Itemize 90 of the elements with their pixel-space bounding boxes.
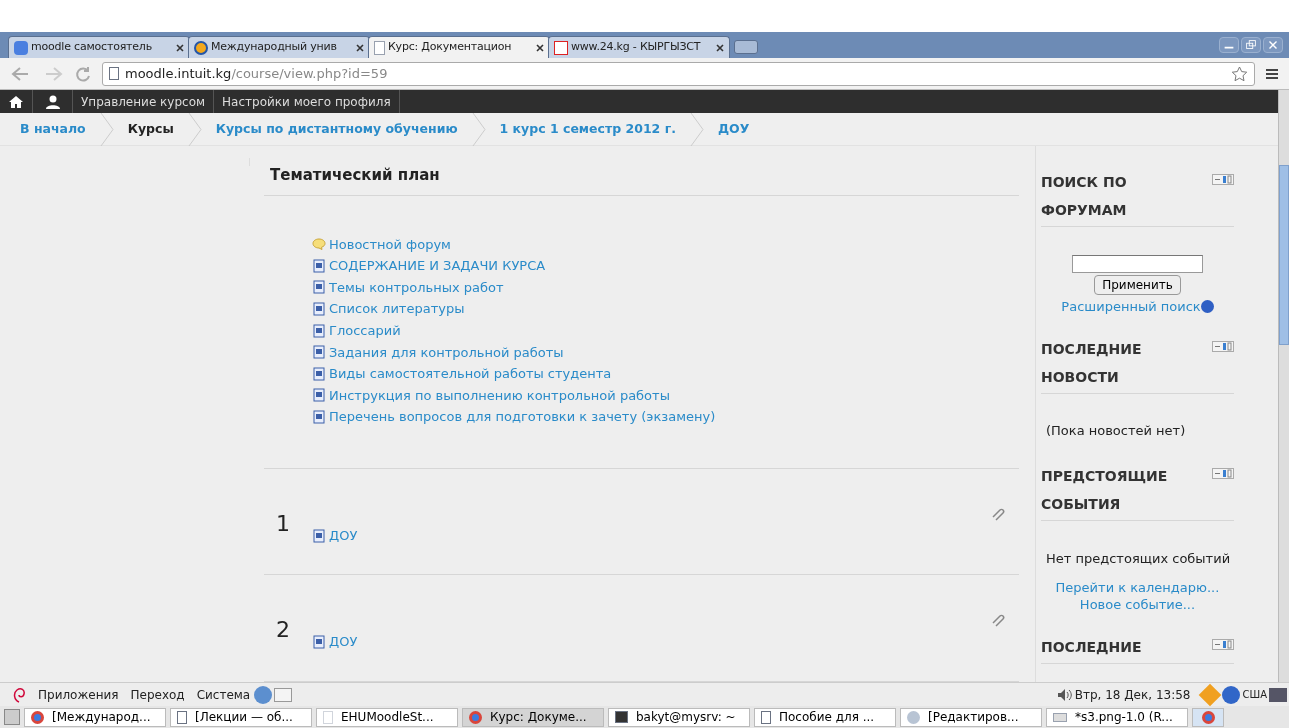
document-icon (312, 323, 326, 338)
circle-logo-icon (1201, 710, 1215, 724)
page-icon (374, 40, 385, 55)
collapse-icon[interactable] (1212, 174, 1234, 185)
close-icon[interactable] (536, 43, 544, 52)
collapse-icon[interactable] (1212, 467, 1234, 479)
block-text: Нет предстоящих событий (1045, 549, 1232, 568)
panel-menu[interactable]: Переход (130, 685, 185, 704)
taskbar-button[interactable]: [Редактиров... (900, 707, 1042, 727)
taskbar-label: [Международ... (52, 709, 151, 726)
swirl-logo-icon[interactable] (12, 686, 26, 703)
document-icon (177, 710, 187, 724)
tab-title: Курс: Документацион (388, 39, 513, 56)
apply-button[interactable]: Применить (1094, 275, 1181, 295)
taskbar-label: *s3.png-1.0 (R... (1075, 709, 1173, 726)
document-icon (312, 635, 326, 650)
taskbar-label: bakyt@mysrv: ~ (636, 709, 736, 726)
scrollbar[interactable] (1278, 90, 1289, 682)
keyboard-layout[interactable]: США (1242, 687, 1267, 702)
section-number: 1 (275, 509, 291, 537)
taskbar-button[interactable]: EHUMoodleSt... (316, 707, 458, 727)
collapse-icon[interactable] (1212, 340, 1234, 352)
show-desktop-icon[interactable] (4, 709, 20, 725)
speech-bubble-icon (312, 238, 326, 251)
browser-tab[interactable]: Международный унив (188, 36, 370, 58)
clock[interactable]: Втр, 18 Дек, 13:58 (1074, 685, 1191, 704)
search-field[interactable] (1072, 255, 1203, 273)
menu-icon[interactable] (1265, 67, 1279, 80)
circle-logo-icon (31, 710, 44, 724)
block-title: ПОСЛЕДНИЕ НОВОСТИ (1041, 339, 1143, 387)
chevron-icon (187, 112, 202, 146)
browser-tab[interactable]: moodle самостоятель (8, 36, 190, 58)
close-icon[interactable] (176, 43, 184, 52)
terminal-icon (615, 711, 628, 723)
collapse-icon[interactable] (1212, 639, 1234, 650)
taskbar-button[interactable]: bakyt@mysrv: ~ (608, 707, 750, 727)
document-icon (312, 410, 326, 425)
url-text: moodle.intuit.kg/course/view.php?id=59 (125, 64, 388, 83)
browser-tab[interactable]: www.24.kg - КЫРГЫЗСТ (548, 36, 730, 58)
taskbar-label: Пособие для ... (779, 709, 875, 726)
document-icon (312, 366, 326, 381)
document-icon (312, 302, 326, 317)
star-icon[interactable] (1231, 65, 1248, 82)
taskbar-label: [Редактиров... (928, 709, 1019, 726)
document-icon (312, 258, 326, 273)
paperclip-icon[interactable] (991, 613, 1005, 628)
circle-logo-icon (469, 710, 482, 724)
breadcrumb-link[interactable]: Курсы (119, 119, 182, 139)
chevron-icon (99, 112, 114, 146)
panel-menu[interactable]: Система (196, 685, 251, 704)
document-icon (312, 528, 326, 543)
chevron-icon (471, 112, 486, 146)
block-text: (Пока новостей нет) (1046, 422, 1186, 438)
tab-title: Международный унив (211, 39, 338, 56)
document-icon (312, 345, 326, 360)
close-icon[interactable] (716, 43, 724, 52)
document-icon (312, 388, 326, 403)
taskbar-button[interactable]: [Международ... (24, 707, 166, 727)
taskbar-button[interactable]: Курс: Докуме... (462, 707, 604, 727)
file-icon (323, 710, 333, 724)
block-title: ПОИСК ПО ФОРУМАМ (1041, 173, 1128, 220)
taskbar-button[interactable]: [Лекции — об... (170, 707, 312, 727)
taskbar-button[interactable]: Пособие для ... (754, 707, 896, 727)
address-field[interactable]: moodle.intuit.kg/course/view.php?id=59 (102, 61, 1255, 86)
page-icon (109, 67, 119, 80)
reload-icon[interactable] (74, 64, 92, 83)
section-title: Тематический план (270, 165, 441, 186)
speaker-icon[interactable] (1056, 687, 1073, 702)
block-title: ПРЕДСТОЯЩИЕ СОБЫТИЯ (1041, 466, 1169, 514)
tab-title: www.24.kg - КЫРГЫЗСТ (571, 39, 702, 56)
panel-menu[interactable]: Приложения (38, 685, 119, 704)
browser-tab[interactable]: Курс: Документацион (368, 36, 550, 58)
document-icon (761, 710, 771, 724)
taskbar-label: [Лекции — об... (195, 709, 293, 726)
paperclip-icon[interactable] (991, 506, 1005, 521)
close-icon[interactable] (356, 43, 364, 52)
taskbar-label: Курс: Докуме... (490, 709, 587, 726)
news-logo-icon (554, 40, 568, 55)
taskbar-button[interactable]: *s3.png-1.0 (R... (1046, 707, 1188, 727)
chevron-icon (689, 112, 704, 146)
image-icon (1053, 712, 1067, 722)
restore-icon[interactable] (1241, 37, 1261, 53)
document-icon (312, 280, 326, 295)
tab-title: moodle самостоятель (31, 39, 153, 56)
block-title: ПОСЛЕДНИЕ (1041, 638, 1143, 657)
taskbar-button[interactable] (1192, 707, 1224, 727)
new-tab-button[interactable] (734, 40, 758, 54)
taskbar-label: EHUMoodleSt... (341, 709, 434, 726)
minimize-icon[interactable] (1219, 37, 1239, 53)
section-number: 2 (275, 616, 291, 644)
